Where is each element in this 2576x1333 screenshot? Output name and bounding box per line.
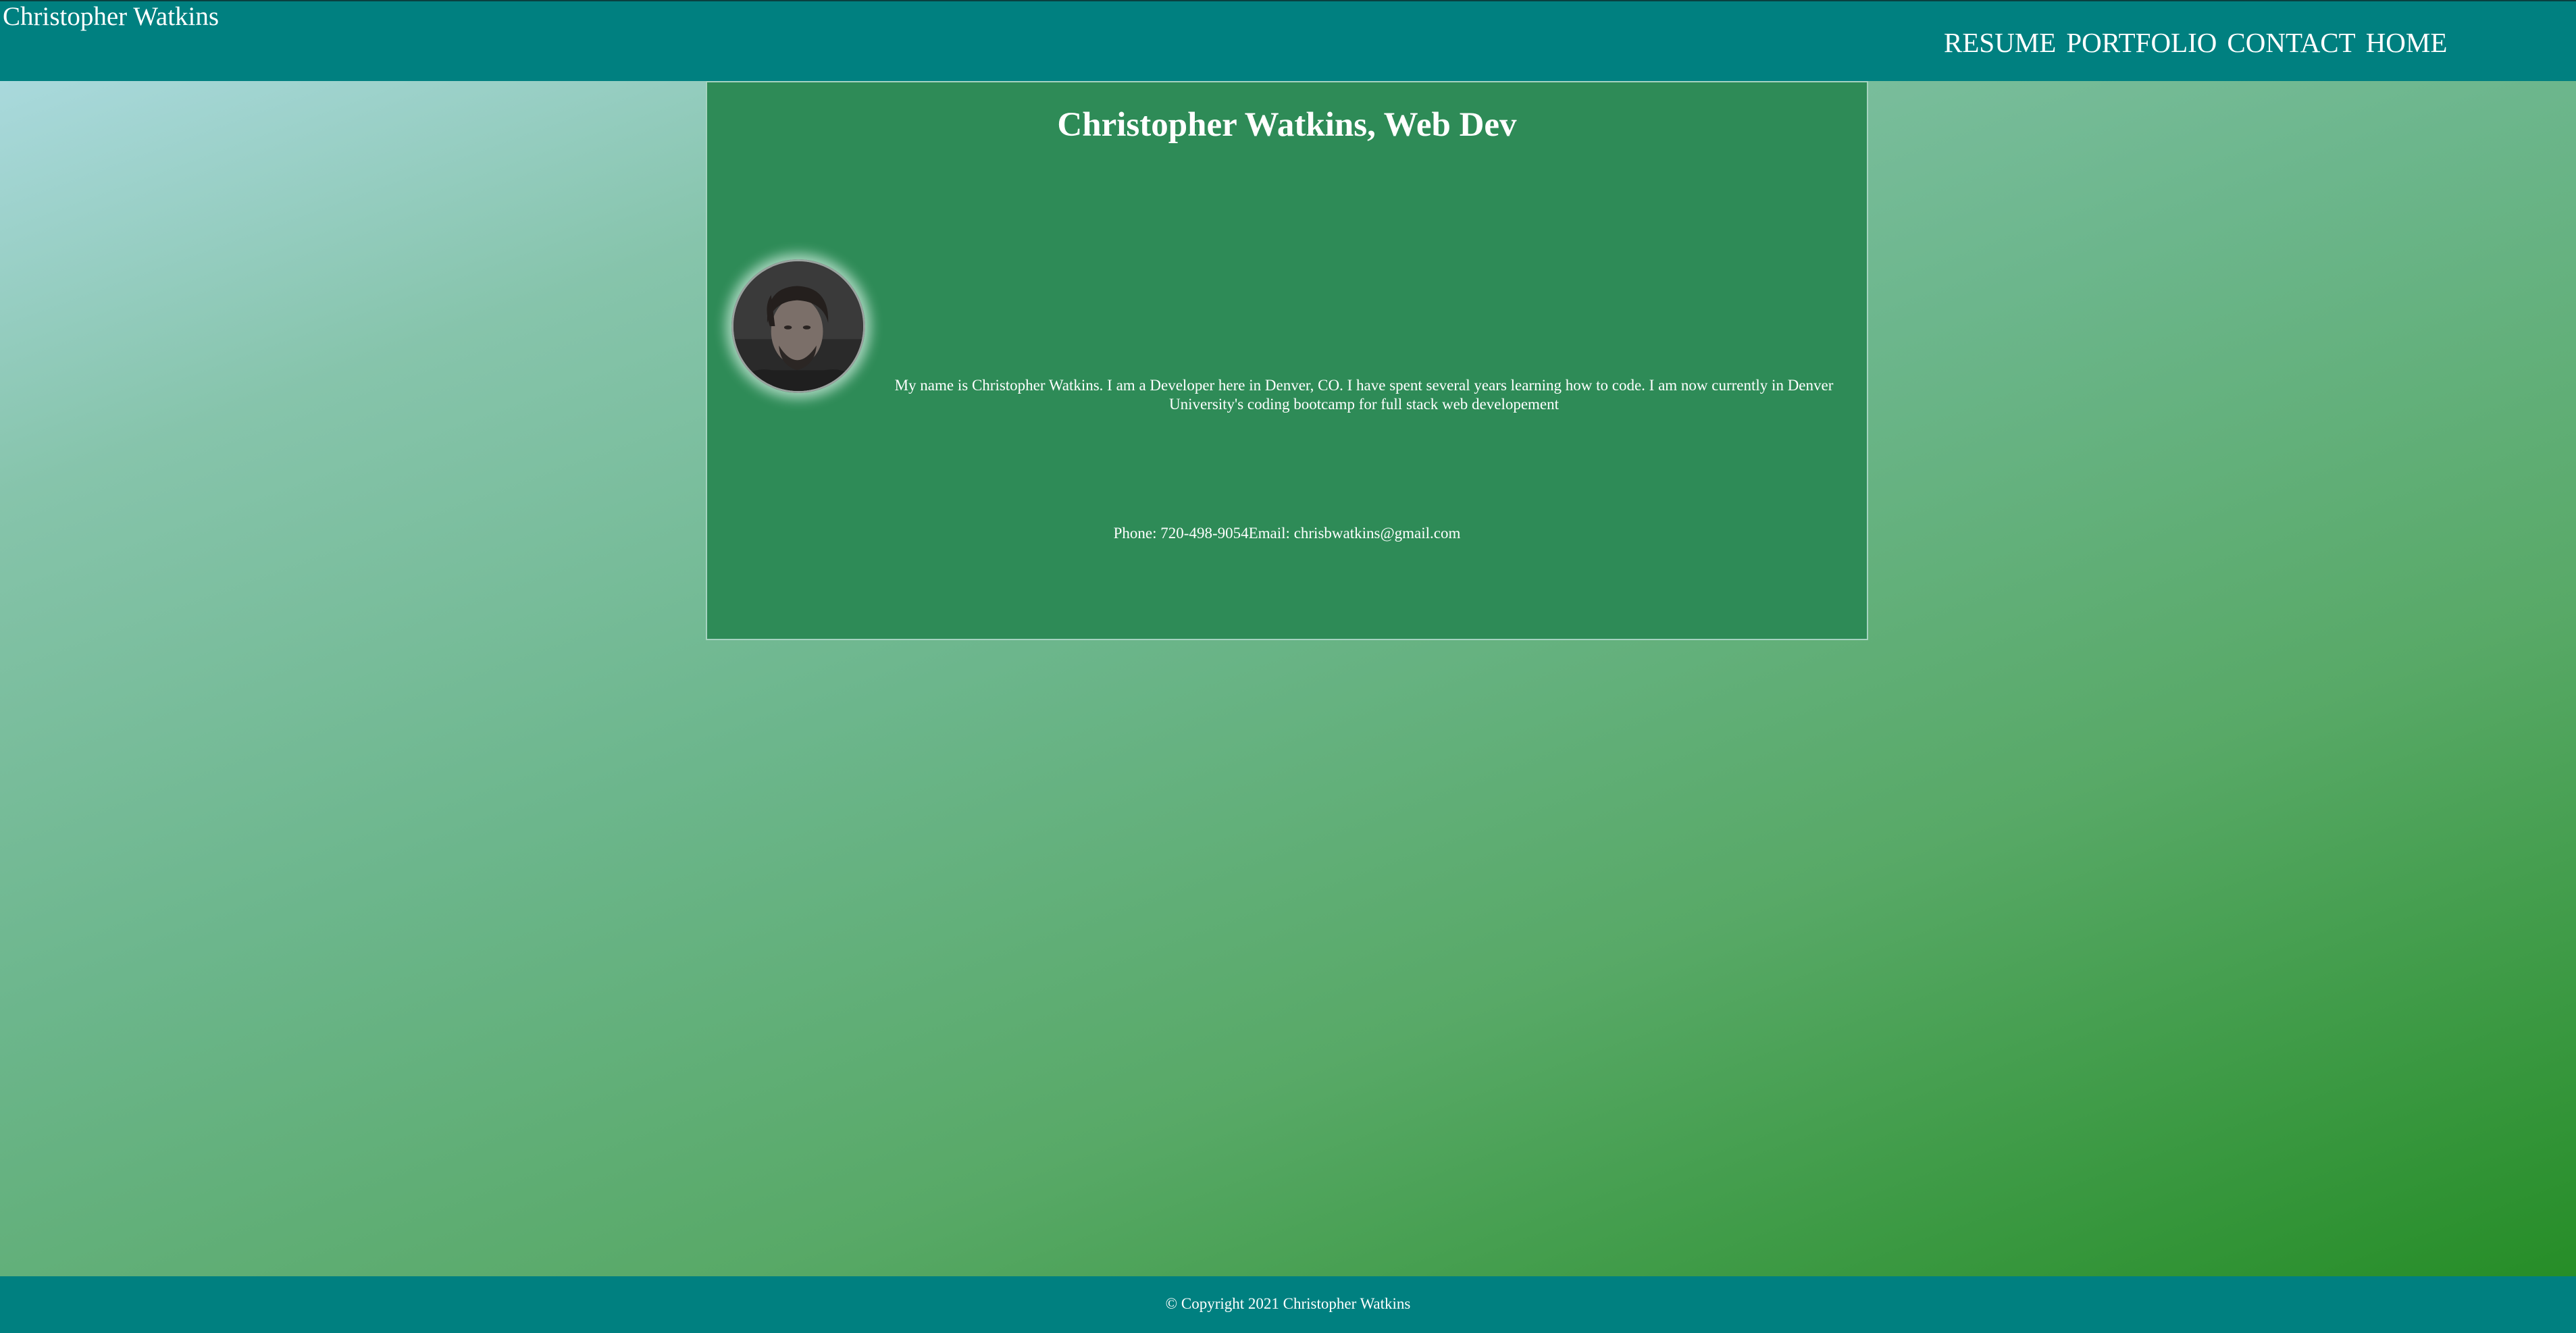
site-header: Christopher Watkins RESUME PORTFOLIO CON… (0, 0, 2576, 81)
phone-number[interactable]: 720-498-9054 (1160, 525, 1248, 542)
nav-link-contact[interactable]: CONTACT (2227, 24, 2355, 61)
contact-info: Phone: 720-498-9054Email: chrisbwatkins@… (707, 524, 1867, 543)
nav-link-portfolio[interactable]: PORTFOLIO (2066, 24, 2217, 61)
nav-link-resume[interactable]: RESUME (1944, 24, 2056, 61)
email-address[interactable]: chrisbwatkins@gmail.com (1294, 525, 1461, 542)
site-footer: © Copyright 2021 Christopher Watkins (0, 1276, 2576, 1333)
avatar (731, 259, 865, 393)
copyright-text: © Copyright 2021 Christopher Watkins (1165, 1295, 1411, 1312)
brand-name[interactable]: Christopher Watkins (3, 1, 219, 32)
page-title: Christopher Watkins, Web Dev (1057, 106, 1517, 144)
phone-label: Phone: (1113, 525, 1161, 542)
nav-link-home[interactable]: HOME (2366, 24, 2448, 61)
email-label: Email: (1248, 525, 1294, 542)
main-nav: RESUME PORTFOLIO CONTACT HOME (1944, 24, 2447, 61)
about-card: Christopher Watkins, Web Dev My name is … (706, 81, 1868, 640)
profile-photo-icon (733, 261, 863, 391)
bio-text: My name is Christopher Watkins. I am a D… (894, 377, 1834, 413)
